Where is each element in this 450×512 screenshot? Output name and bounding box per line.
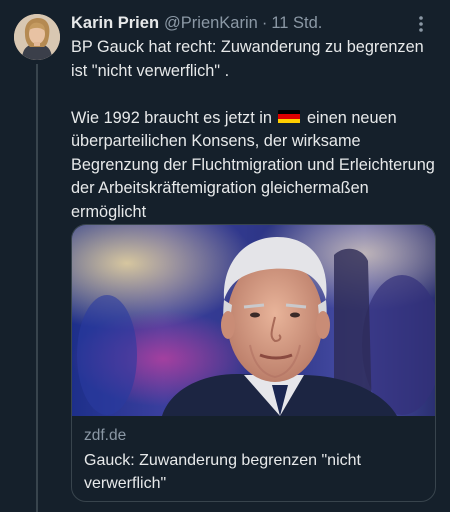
- tweet-timestamp[interactable]: 11 Std.: [271, 14, 322, 33]
- author-handle[interactable]: @PrienKarin: [164, 14, 258, 33]
- paragraph-2-start: Wie 1992 braucht es jetzt in: [71, 108, 272, 127]
- tweet-content: Karin Prien @PrienKarin · 11 Std. BP Gau…: [71, 12, 437, 224]
- more-options-icon[interactable]: [411, 14, 431, 34]
- avatar-column: [14, 14, 60, 60]
- tweet: Karin Prien @PrienKarin · 11 Std. BP Gau…: [0, 0, 450, 512]
- card-photo: [72, 225, 435, 416]
- card-meta: zdf.de Gauck: Zuwanderung begrenzen "nic…: [72, 416, 435, 495]
- tweet-paragraph-1: BP Gauck hat recht: Zuwanderung zu begre…: [71, 38, 424, 80]
- card-domain: zdf.de: [84, 427, 127, 444]
- author-name[interactable]: Karin Prien: [71, 14, 159, 33]
- header-separator: ·: [261, 13, 268, 32]
- tweet-paragraph-2: Wie 1992 braucht es jetzt in einen neuen…: [71, 107, 437, 225]
- tweet-header: Karin Prien @PrienKarin · 11 Std.: [71, 12, 437, 34]
- tweet-text: BP Gauck hat recht: Zuwanderung zu begre…: [71, 36, 437, 224]
- avatar[interactable]: [14, 14, 60, 60]
- avatar-portrait-image: [14, 14, 60, 60]
- card-title: Gauck: Zuwanderung begrenzen "nicht verw…: [84, 452, 361, 492]
- card-image[interactable]: [72, 225, 435, 416]
- thread-line: [36, 64, 38, 512]
- germany-flag-icon: [278, 109, 301, 124]
- link-preview-card[interactable]: zdf.de Gauck: Zuwanderung begrenzen "nic…: [71, 224, 436, 502]
